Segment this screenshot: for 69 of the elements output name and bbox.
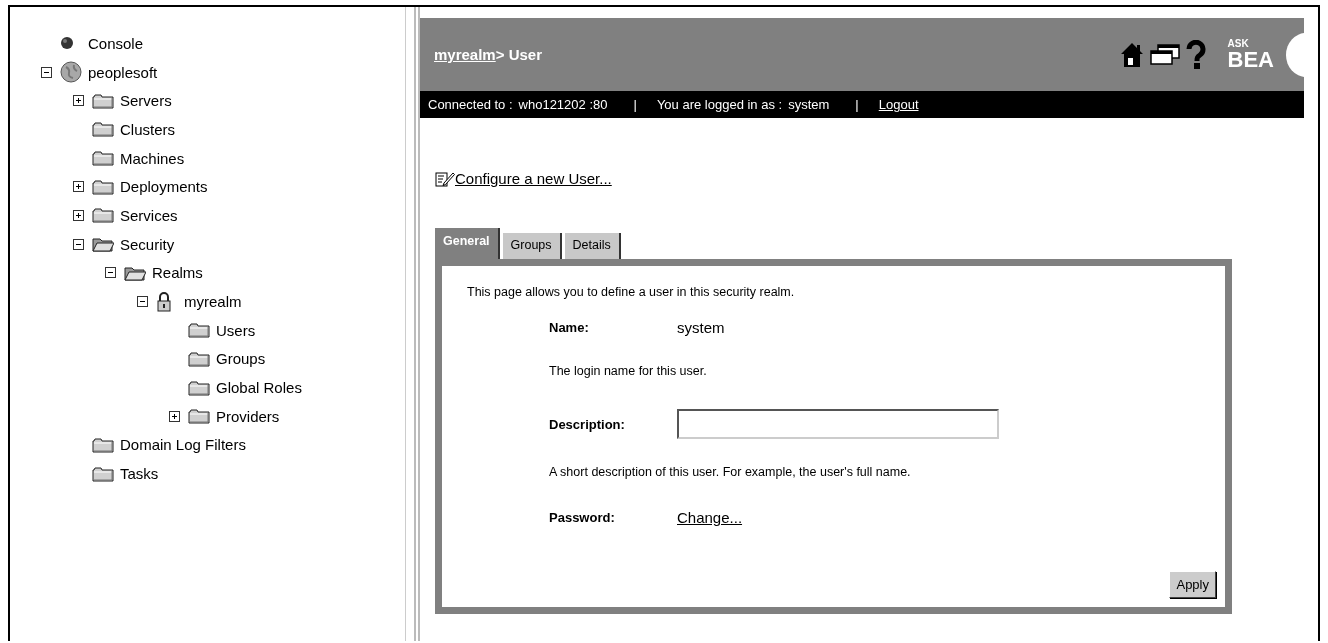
connection-label: Connected to :: [428, 97, 513, 112]
field-label: Password:: [549, 510, 616, 525]
intro-text: This page allows you to define a user in this security realm.: [467, 285, 796, 299]
folder-icon: [92, 121, 114, 138]
tree-item[interactable]: Clusters: [118, 120, 175, 138]
field-label: Name:: [549, 320, 590, 335]
collapse-icon[interactable]: [40, 66, 52, 78]
tree-item[interactable]: Global Roles: [214, 379, 302, 397]
tree-item[interactable]: Machines: [118, 149, 185, 167]
help-text: The login name for this user.: [549, 364, 708, 378]
tree-item[interactable]: Deployments: [118, 178, 208, 196]
tree-item[interactable]: Domain Log Filters: [118, 436, 246, 454]
open-folder-icon: [92, 236, 114, 253]
server-address: who121202 :80: [518, 97, 608, 112]
tree-item[interactable]: Services: [118, 206, 178, 224]
expand-icon[interactable]: [72, 209, 84, 221]
collapse-icon[interactable]: [104, 267, 116, 279]
name-value: system: [677, 319, 725, 336]
field-label: Description:: [549, 416, 626, 432]
tab[interactable]: General: [435, 228, 500, 259]
folder-icon: [188, 408, 210, 425]
tree-item[interactable]: Servers: [118, 92, 172, 110]
description-field[interactable]: [677, 409, 999, 439]
logo-caption: ASK: [1227, 38, 1250, 49]
tree-item[interactable]: Realms: [150, 264, 203, 282]
separator: |: [855, 97, 859, 112]
windows-icon[interactable]: [1149, 43, 1180, 66]
tree-item[interactable]: myrealm: [182, 293, 242, 311]
folder-icon: [188, 350, 210, 367]
tree-item[interactable]: Tasks: [118, 465, 159, 483]
folder-icon: [92, 178, 114, 195]
folder-icon: [188, 379, 210, 396]
folder-icon: [188, 322, 210, 339]
change-password-link[interactable]: Change...: [677, 509, 743, 526]
apply-button[interactable]: Apply: [1169, 571, 1216, 598]
login-label: You are logged in as :: [656, 97, 783, 112]
tree-item[interactable]: Security: [118, 235, 175, 253]
user-name: system: [788, 97, 830, 112]
logout-link[interactable]: Logout: [878, 97, 919, 112]
logo[interactable]: BEA: [1227, 48, 1274, 71]
tree-item[interactable]: Console: [86, 34, 144, 52]
home-icon[interactable]: [1119, 41, 1144, 68]
tree-item[interactable]: Users: [214, 321, 256, 339]
tree-item[interactable]: Providers: [214, 407, 280, 425]
expand-icon[interactable]: [72, 181, 84, 193]
tree-item[interactable]: Groups: [214, 350, 266, 368]
folder-icon: [92, 207, 114, 224]
folder-icon: [92, 92, 114, 109]
help-icon[interactable]: [1185, 39, 1206, 70]
collapse-icon[interactable]: [72, 238, 84, 250]
padlock-icon: [156, 291, 172, 312]
breadcrumb-link[interactable]: myrealm: [434, 46, 496, 63]
separator: |: [633, 97, 637, 112]
globe-icon: [60, 61, 82, 84]
open-folder-icon: [124, 264, 146, 281]
collapse-icon[interactable]: [136, 296, 148, 308]
folder-icon: [92, 436, 114, 453]
edit-icon: [435, 170, 455, 187]
expand-icon[interactable]: [72, 95, 84, 107]
tab[interactable]: Groups: [502, 233, 562, 259]
tree-item[interactable]: peoplesoft: [86, 63, 158, 81]
folder-icon: [92, 465, 114, 482]
tab[interactable]: Details: [564, 233, 621, 259]
page-title: > User: [495, 46, 542, 63]
configure-link[interactable]: Configure a new User...: [455, 170, 612, 187]
expand-icon[interactable]: [168, 410, 180, 422]
help-text: A short description of this user. For example, the user's full name.: [549, 465, 912, 479]
folder-icon: [92, 150, 114, 167]
ball-icon: [60, 36, 74, 51]
